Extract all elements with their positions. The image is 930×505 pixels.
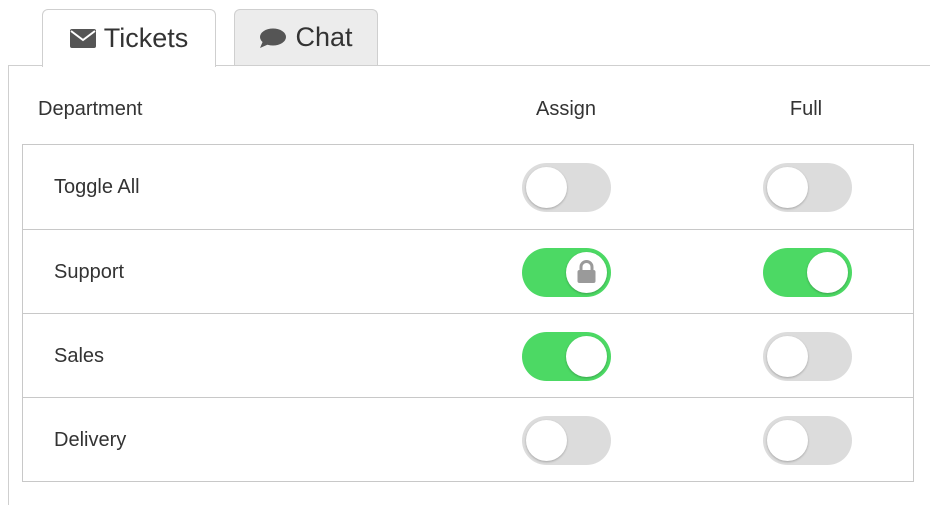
lock-icon [576, 260, 597, 284]
column-header-full: Full [789, 98, 823, 120]
tab-tickets-label: Tickets [103, 23, 189, 53]
support-full-switch[interactable] [763, 248, 852, 297]
toggle-all-assign-switch[interactable] [522, 163, 611, 212]
chat-bubble-icon [259, 28, 287, 48]
tab-chat-label: Chat [295, 22, 353, 52]
table-row: Sales [23, 313, 913, 397]
switch-knob [566, 252, 607, 293]
tab-tickets[interactable]: Tickets [42, 9, 216, 67]
row-label: Support [54, 261, 125, 283]
tab-chat[interactable]: Chat [234, 9, 378, 65]
row-label: Toggle All [54, 176, 140, 198]
table-row: Delivery [23, 397, 913, 481]
switch-knob [566, 336, 607, 377]
delivery-full-switch[interactable] [763, 416, 852, 465]
toggle-all-full-switch[interactable] [763, 163, 852, 212]
column-header-department: Department [38, 98, 143, 120]
envelope-icon [69, 29, 96, 48]
switch-knob [807, 252, 848, 293]
table-row: Toggle All [23, 145, 913, 229]
delivery-assign-switch[interactable] [522, 416, 611, 465]
sales-assign-switch[interactable] [522, 332, 611, 381]
row-label: Sales [54, 345, 105, 367]
permissions-table: Toggle All Support Sales Delivery [22, 144, 914, 482]
switch-knob [767, 167, 808, 208]
row-label: Delivery [54, 429, 127, 451]
switch-knob [526, 420, 567, 461]
switch-knob [767, 420, 808, 461]
switch-knob [526, 167, 567, 208]
table-row: Support [23, 229, 913, 313]
switch-knob [767, 336, 808, 377]
column-header-assign: Assign [535, 98, 597, 120]
sales-full-switch[interactable] [763, 332, 852, 381]
support-assign-switch[interactable] [522, 248, 611, 297]
